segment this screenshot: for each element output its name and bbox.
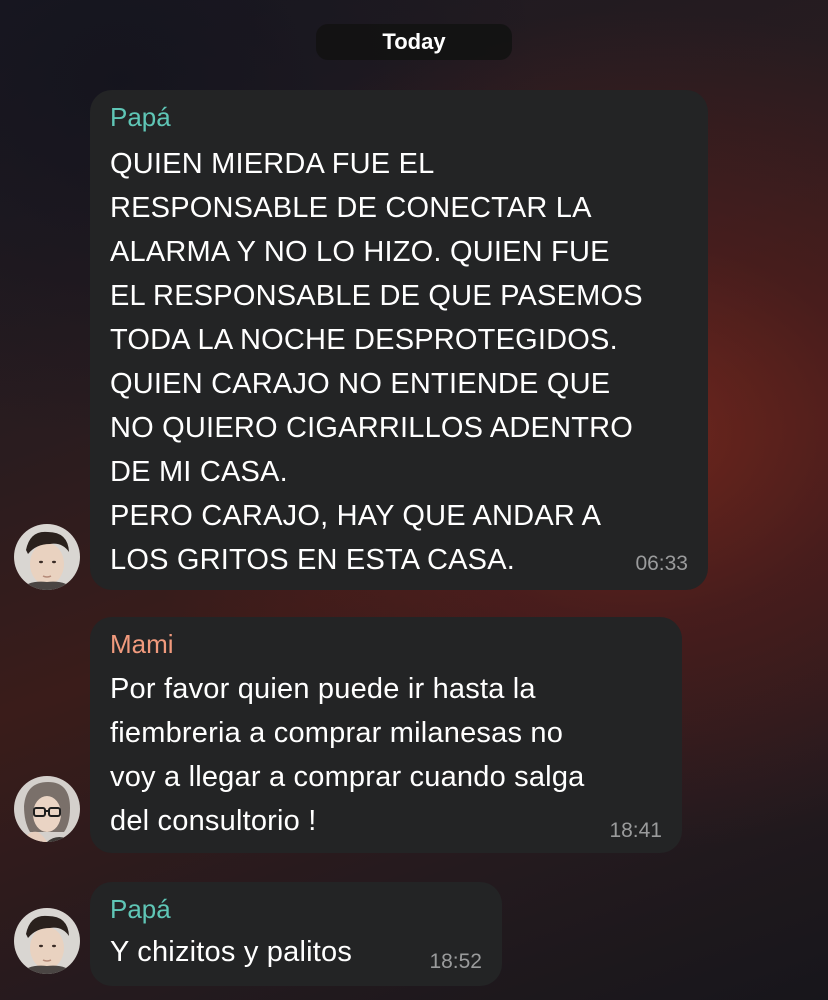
message-text: Y chizitos y palitos xyxy=(110,936,353,968)
message-bubble[interactable]: Papá QUIEN MIERDA FUE EL RESPONSABLE DE … xyxy=(90,90,708,590)
avatar-photo-icon xyxy=(14,776,80,842)
message-sender[interactable]: Papá xyxy=(110,102,171,133)
message-sender[interactable]: Mami xyxy=(110,629,174,660)
mami-avatar[interactable] xyxy=(14,776,80,842)
message-time: 18:41 xyxy=(609,819,662,842)
message-time: 18:52 xyxy=(429,950,482,973)
message-sender[interactable]: Papá xyxy=(110,894,171,925)
date-separator: Today xyxy=(316,24,512,60)
avatar-photo-icon xyxy=(14,524,80,590)
message-text: QUIEN MIERDA FUE EL RESPONSABLE DE CONEC… xyxy=(110,148,643,576)
message-bubble[interactable]: Mami Por favor quien puede ir hasta la f… xyxy=(90,617,682,853)
avatar-photo-icon xyxy=(14,908,80,974)
message-bubble[interactable]: Papá Y chizitos y palitos 18:52 xyxy=(90,882,502,986)
message-time: 06:33 xyxy=(635,552,688,575)
papa-avatar[interactable] xyxy=(14,524,80,590)
papa-avatar[interactable] xyxy=(14,908,80,974)
message-text: Por favor quien puede ir hasta la fiembr… xyxy=(110,673,585,837)
